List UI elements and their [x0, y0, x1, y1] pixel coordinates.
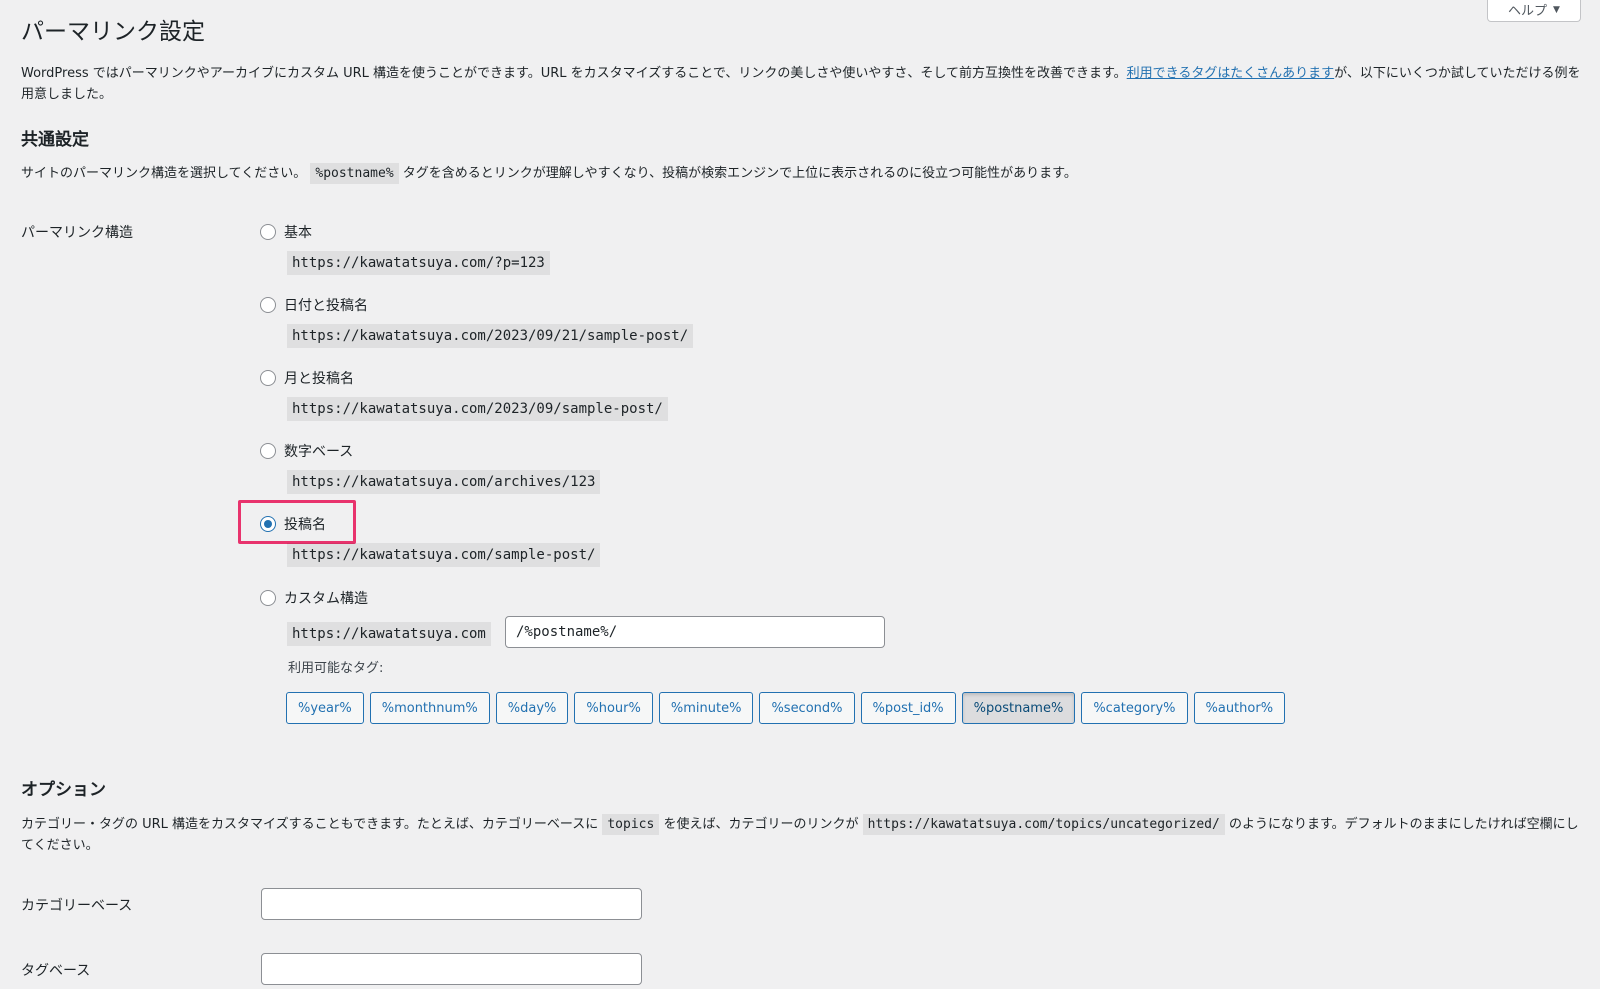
example-url-post-name: https://kawatatsuya.com/sample-post/	[287, 543, 601, 567]
category-base-input[interactable]	[261, 888, 642, 920]
tag-button-category[interactable]: %category%	[1081, 692, 1188, 724]
radio-custom[interactable]	[260, 590, 276, 606]
chevron-down-icon: ▼	[1553, 4, 1560, 15]
desc-text: を使えば、カテゴリーのリンクが	[663, 817, 859, 832]
tag-button-day[interactable]: %day%	[495, 692, 569, 724]
tag-button-minute[interactable]: %minute%	[658, 692, 754, 724]
tag-button-year[interactable]: %year%	[286, 692, 364, 724]
example-url-day-name: https://kawatatsuya.com/2023/09/21/sampl…	[287, 324, 694, 348]
tag-button-hour[interactable]: %hour%	[574, 692, 653, 724]
option-label: 日付と投稿名	[284, 298, 368, 314]
category-base-label: カテゴリーベース	[21, 898, 133, 914]
options-description: カテゴリー・タグの URL 構造をカスタマイズすることもできます。たとえば、カテ…	[21, 814, 1581, 856]
option-day-name[interactable]: 日付と投稿名	[260, 295, 368, 315]
options-heading: オプション	[21, 780, 106, 800]
intro-text-part: WordPress ではパーマリンクやアーカイブにカスタム URL 構造を使うこ…	[21, 66, 1127, 81]
topics-code: topics	[602, 814, 660, 835]
option-numeric[interactable]: 数字ベース	[260, 441, 353, 461]
custom-base-url: https://kawatatsuya.com	[287, 622, 491, 646]
example-url-plain: https://kawatatsuya.com/?p=123	[287, 251, 550, 275]
tag-button-postname[interactable]: %postname%	[961, 692, 1076, 724]
common-settings-heading: 共通設定	[21, 130, 89, 150]
desc-text: サイトのパーマリンク構造を選択してください。	[21, 166, 307, 181]
example-url-numeric: https://kawatatsuya.com/archives/123	[287, 470, 601, 494]
radio-day-name[interactable]	[260, 297, 276, 313]
intro-text: WordPress ではパーマリンクやアーカイブにカスタム URL 構造を使うこ…	[21, 63, 1581, 105]
tag-button-second[interactable]: %second%	[759, 692, 855, 724]
desc-text: カテゴリー・タグの URL 構造をカスタマイズすることもできます。たとえば、カテ…	[21, 817, 599, 832]
option-label: 基本	[284, 225, 312, 241]
help-label: ヘルプ	[1508, 4, 1548, 19]
option-month-name[interactable]: 月と投稿名	[260, 368, 354, 388]
tag-button-post-id[interactable]: %post_id%	[860, 692, 956, 724]
option-post-name[interactable]: 投稿名	[260, 514, 326, 534]
tag-button-monthnum[interactable]: %monthnum%	[369, 692, 490, 724]
help-tab-button[interactable]: ヘルプ ▼	[1487, 0, 1581, 22]
option-label: 投稿名	[284, 517, 326, 533]
example-url-month-name: https://kawatatsuya.com/2023/09/sample-p…	[287, 397, 668, 421]
desc-text: タグを含めるとリンクが理解しやすくなり、投稿が検索エンジンで上位に表示されるのに…	[402, 166, 1077, 181]
option-label: カスタム構造	[284, 591, 368, 607]
tag-base-input[interactable]	[261, 953, 642, 985]
option-plain[interactable]: 基本	[260, 222, 312, 242]
option-label: 月と投稿名	[284, 371, 354, 387]
radio-plain[interactable]	[260, 224, 276, 240]
custom-structure-input[interactable]: /%postname%/	[505, 616, 885, 648]
available-tags-link[interactable]: 利用できるタグはたくさんあります	[1127, 66, 1334, 81]
page-title: パーマリンク設定	[21, 19, 205, 45]
permalink-structure-label: パーマリンク構造	[21, 225, 133, 241]
common-settings-description: サイトのパーマリンク構造を選択してください。 %postname% タグを含める…	[21, 163, 1077, 184]
postname-code: %postname%	[310, 163, 399, 184]
available-tags-label: 利用可能なタグ:	[288, 661, 384, 676]
radio-numeric[interactable]	[260, 443, 276, 459]
radio-post-name[interactable]	[260, 516, 276, 532]
option-custom[interactable]: カスタム構造	[260, 588, 368, 608]
tag-base-label: タグベース	[21, 963, 91, 979]
radio-month-name[interactable]	[260, 370, 276, 386]
option-label: 数字ベース	[284, 444, 354, 460]
tag-buttons: %year% %monthnum% %day% %hour% %minute% …	[286, 692, 1286, 724]
example-category-url-code: https://kawatatsuya.com/topics/uncategor…	[862, 814, 1225, 835]
tag-button-author[interactable]: %author%	[1193, 692, 1286, 724]
